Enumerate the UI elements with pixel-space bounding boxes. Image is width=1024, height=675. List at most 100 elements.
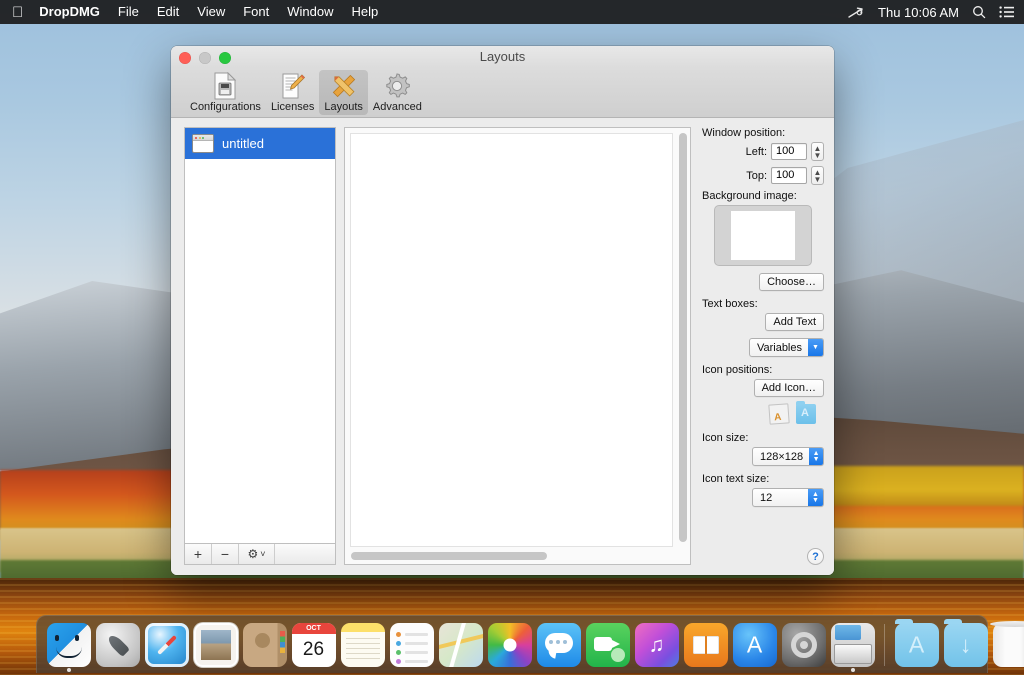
tab-configurations[interactable]: Configurations — [185, 70, 266, 115]
calendar-day: 26 — [292, 634, 336, 667]
menu-item-font[interactable]: Font — [234, 0, 278, 24]
downloads-folder-icon: ↓ — [944, 623, 988, 667]
icon-size-select[interactable]: 128×128 ▲▼ — [752, 447, 824, 466]
launchpad-icon — [96, 623, 140, 667]
menu-bar-status-area: Thu 10:06 AM — [848, 5, 1024, 20]
calendar-icon: OCT 26 — [292, 623, 336, 667]
gear-icon: ⚙ — [247, 547, 258, 561]
dock-item-maps[interactable] — [437, 621, 484, 668]
safari-icon — [145, 623, 189, 667]
remove-layout-button[interactable]: − — [212, 544, 239, 564]
apple-logo-icon[interactable]:  — [0, 5, 37, 20]
dock-separator — [884, 624, 885, 666]
dock-item-facetime[interactable] — [584, 621, 631, 668]
tab-layouts[interactable]: Layouts — [319, 70, 368, 115]
photos-icon — [488, 623, 532, 667]
icon-size-row: 128×128 ▲▼ — [702, 447, 824, 466]
add-text-button[interactable]: Add Text — [765, 313, 824, 331]
updown-chevron-icon: ▲▼ — [808, 489, 823, 506]
dock-item-mail[interactable] — [192, 621, 239, 668]
text-boxes-label: Text boxes: — [702, 298, 824, 310]
icon-position-thumbnails — [702, 404, 824, 424]
dock-item-system-preferences[interactable] — [780, 621, 827, 668]
keyboard-input-icon[interactable] — [848, 6, 865, 19]
icon-text-size-value: 12 — [753, 489, 808, 506]
icon-text-size-label: Icon text size: — [702, 473, 824, 485]
dock-item-ibooks[interactable] — [682, 621, 729, 668]
layout-canvas[interactable] — [344, 127, 691, 565]
contacts-icon — [243, 623, 287, 667]
running-indicator — [851, 668, 855, 672]
list-item[interactable]: untitled — [185, 128, 335, 159]
background-image-preview — [731, 211, 795, 260]
thumbnail-traffic-dots — [195, 137, 204, 139]
top-label: Top: — [746, 170, 767, 182]
icon-text-size-select[interactable]: 12 ▲▼ — [752, 488, 824, 507]
dropdmg-window: Layouts Configurations — [171, 46, 834, 575]
dock-item-trash[interactable] — [991, 621, 1024, 668]
list-icon[interactable] — [999, 6, 1014, 18]
help-button[interactable]: ? — [807, 548, 824, 565]
dock-item-applications-folder[interactable]: A — [893, 621, 940, 668]
trash-icon — [993, 623, 1024, 667]
dock-item-safari[interactable] — [143, 621, 190, 668]
dock-item-notes[interactable] — [339, 621, 386, 668]
left-input[interactable]: 100 — [771, 143, 807, 160]
left-stepper[interactable]: ▲▼ — [811, 142, 824, 161]
menu-item-dropdmg[interactable]: DropDMG — [37, 0, 109, 24]
dock-item-messages[interactable] — [535, 621, 582, 668]
canvas-vertical-scrollbar[interactable] — [679, 133, 687, 542]
top-input[interactable]: 100 — [771, 167, 807, 184]
dock-item-finder[interactable] — [45, 621, 92, 668]
notes-icon — [341, 623, 385, 667]
dock-item-app-store[interactable]: A — [731, 621, 778, 668]
ruler-pencil-icon — [330, 72, 358, 100]
app-store-icon: A — [733, 623, 777, 667]
left-position-row: Left: 100 ▲▼ — [702, 142, 824, 161]
icon-positions-label: Icon positions: — [702, 364, 824, 376]
dock-item-dropdmg[interactable] — [829, 621, 876, 668]
dock-item-reminders[interactable] — [388, 621, 435, 668]
menu-bar-clock[interactable]: Thu 10:06 AM — [878, 5, 959, 20]
add-icon-button[interactable]: Add Icon… — [754, 379, 824, 397]
applications-folder-icon: A — [895, 623, 939, 667]
menu-item-edit[interactable]: Edit — [148, 0, 188, 24]
facetime-icon — [586, 623, 630, 667]
dock-item-contacts[interactable] — [241, 621, 288, 668]
mail-icon — [194, 623, 238, 667]
app-document-icon[interactable] — [768, 403, 789, 424]
background-image-well[interactable] — [714, 205, 812, 266]
layout-list-toolbar: + − ⚙ ˅ — [184, 543, 336, 565]
variables-popup-button[interactable]: Variables ▼ — [749, 338, 824, 357]
layout-toolbar-filler — [275, 544, 335, 564]
canvas-horizontal-scrollbar[interactable] — [351, 552, 672, 560]
tab-licenses-label: Licenses — [271, 101, 314, 113]
window-titlebar[interactable]: Layouts — [171, 46, 834, 68]
dock-item-photos[interactable] — [486, 621, 533, 668]
search-icon[interactable] — [972, 5, 986, 19]
tab-advanced[interactable]: Advanced — [368, 70, 427, 115]
menu-item-view[interactable]: View — [188, 0, 234, 24]
top-stepper[interactable]: ▲▼ — [811, 166, 824, 185]
dock-item-itunes[interactable]: ♫ — [633, 621, 680, 668]
menu-item-help[interactable]: Help — [343, 0, 388, 24]
choose-background-button[interactable]: Choose… — [759, 273, 824, 291]
icon-size-label: Icon size: — [702, 432, 824, 444]
window-title: Layouts — [171, 46, 834, 68]
applications-folder-icon[interactable] — [796, 404, 816, 424]
menu-item-file[interactable]: File — [109, 0, 148, 24]
layout-action-menu-button[interactable]: ⚙ ˅ — [239, 544, 275, 564]
layout-list[interactable]: untitled — [184, 127, 336, 543]
layout-canvas-surface[interactable] — [350, 133, 673, 547]
dock-item-downloads-folder[interactable]: ↓ — [942, 621, 989, 668]
dock-item-launchpad[interactable] — [94, 621, 141, 668]
dock-item-calendar[interactable]: OCT 26 — [290, 621, 337, 668]
reminders-icon — [390, 623, 434, 667]
menu-item-window[interactable]: Window — [278, 0, 342, 24]
tab-licenses[interactable]: Licenses — [266, 70, 319, 115]
messages-icon — [537, 623, 581, 667]
window-toolbar: Configurations Licenses — [171, 68, 834, 118]
tab-configurations-label: Configurations — [190, 101, 261, 113]
window-content: untitled + − ⚙ ˅ — [171, 118, 834, 575]
add-layout-button[interactable]: + — [185, 544, 212, 564]
